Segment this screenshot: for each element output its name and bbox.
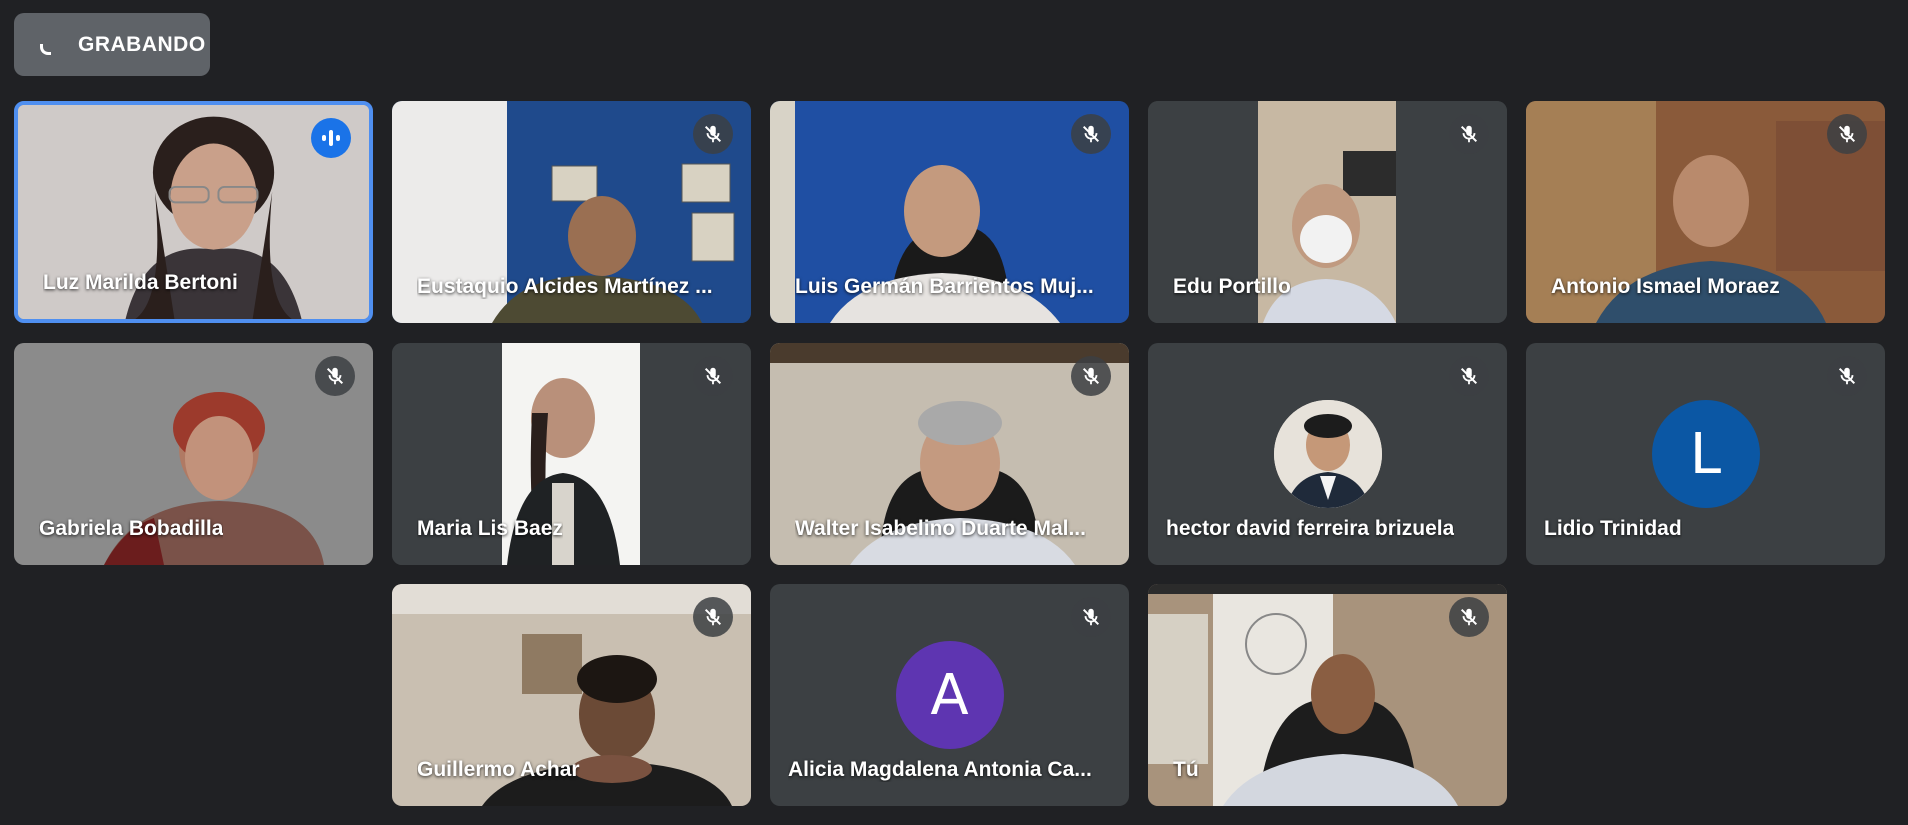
participant-name: Alicia Magdalena Antonia Ca... [788,758,1092,781]
participant-tile[interactable]: hector david ferreira brizuela [1148,343,1507,565]
avatar: L [1651,400,1760,508]
participant-name: Eustaquio Alcides Martínez ... [417,275,713,298]
participant-tile[interactable]: Walter Isabelino Duarte Mal... [770,343,1129,565]
mic-off-icon [693,114,733,154]
participant-tile[interactable]: Luis Germán Barrientos Muj... [770,101,1129,323]
participant-tile[interactable]: A Alicia Magdalena Antonia Ca... [770,584,1129,806]
mic-off-icon [1827,114,1867,154]
mic-off-icon [1071,356,1111,396]
recording-label: GRABANDO [78,32,206,56]
mic-off-icon [1827,356,1867,396]
recording-badge: GRABANDO [14,13,210,76]
participant-tile[interactable]: Eustaquio Alcides Martínez ... [392,101,751,323]
participant-name: hector david ferreira brizuela [1166,517,1455,540]
participant-tile[interactable]: Guillermo Achar [392,584,751,806]
mic-off-icon [1449,356,1489,396]
mic-off-icon [693,356,733,396]
mic-off-icon [693,597,733,637]
participant-name: Guillermo Achar [417,758,580,781]
mic-off-icon [1071,597,1111,637]
participant-tile[interactable]: Maria Lis Baez [392,343,751,565]
avatar: A [895,641,1004,749]
mic-off-icon [315,356,355,396]
participant-name: Edu Portillo [1173,275,1291,298]
participant-name: Walter Isabelino Duarte Mal... [795,517,1086,540]
avatar-initial: L [1689,421,1722,487]
participant-name: Tú [1173,758,1199,781]
avatar-initial: A [930,662,969,728]
participant-name: Gabriela Bobadilla [39,517,224,540]
participant-tile[interactable]: Antonio Ismael Moraez [1526,101,1885,323]
avatar [1273,400,1382,508]
participant-name: Lidio Trinidad [1544,517,1682,540]
participant-name: Luis Germán Barrientos Muj... [795,275,1094,298]
participant-tile[interactable]: Luz Marilda Bertoni [14,101,373,323]
participant-tile[interactable]: Gabriela Bobadilla [14,343,373,565]
recording-spinner-icon [36,34,58,56]
participant-name: Antonio Ismael Moraez [1551,275,1780,298]
participant-tile[interactable]: L Lidio Trinidad [1526,343,1885,565]
participant-name: Luz Marilda Bertoni [43,271,238,294]
mic-off-icon [1449,114,1489,154]
participant-tile[interactable]: Tú [1148,584,1507,806]
participant-name: Maria Lis Baez [417,517,563,540]
speaking-icon [311,118,351,158]
mic-off-icon [1071,114,1111,154]
mic-off-icon [1449,597,1489,637]
participant-tile[interactable]: Edu Portillo [1148,101,1507,323]
